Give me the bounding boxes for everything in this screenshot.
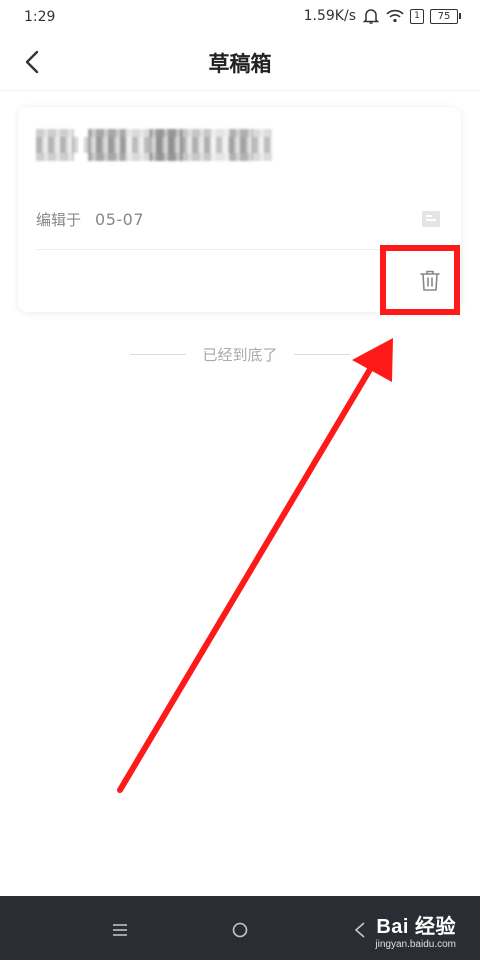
list-end-indicator: 已经到底了	[0, 344, 480, 365]
status-time: 1:29	[24, 9, 56, 25]
edited-date: 05-07	[95, 210, 145, 229]
edited-label: 编辑于	[36, 211, 82, 229]
status-bar: 1:29 1.59K/s 1 75	[0, 0, 480, 34]
document-icon	[422, 211, 440, 227]
nav-back-button[interactable]	[346, 916, 374, 944]
watermark-sub: jingyan.baidu.com	[375, 939, 456, 950]
draft-title-blurred	[36, 129, 272, 161]
status-indicators: 1.59K/s 1 75	[303, 8, 461, 24]
menu-icon	[113, 924, 127, 936]
edited-info: 编辑于 05-07	[36, 209, 144, 230]
battery-icon: 75	[430, 8, 461, 24]
network-speed: 1.59K/s	[303, 8, 356, 24]
nav-menu-button[interactable]	[106, 916, 134, 944]
list-end-text: 已经到底了	[202, 346, 278, 364]
app-header: 草稿箱	[0, 34, 480, 91]
baidu-watermark: Bai 经验 jingyan.baidu.com	[375, 910, 456, 950]
end-line-left	[130, 354, 187, 355]
end-line-right	[293, 354, 350, 355]
page-title: 草稿箱	[208, 52, 272, 76]
nav-back-icon	[354, 922, 365, 938]
nav-home-button[interactable]	[226, 916, 254, 944]
highlight-box	[380, 245, 460, 315]
watermark-main: Bai 经验	[376, 916, 456, 938]
sim-icon: 1	[410, 8, 424, 24]
home-circle-icon	[232, 922, 248, 938]
alarm-icon	[362, 9, 380, 24]
wifi-icon	[386, 9, 404, 23]
system-nav-bar: Bai 经验 jingyan.baidu.com	[0, 896, 480, 960]
